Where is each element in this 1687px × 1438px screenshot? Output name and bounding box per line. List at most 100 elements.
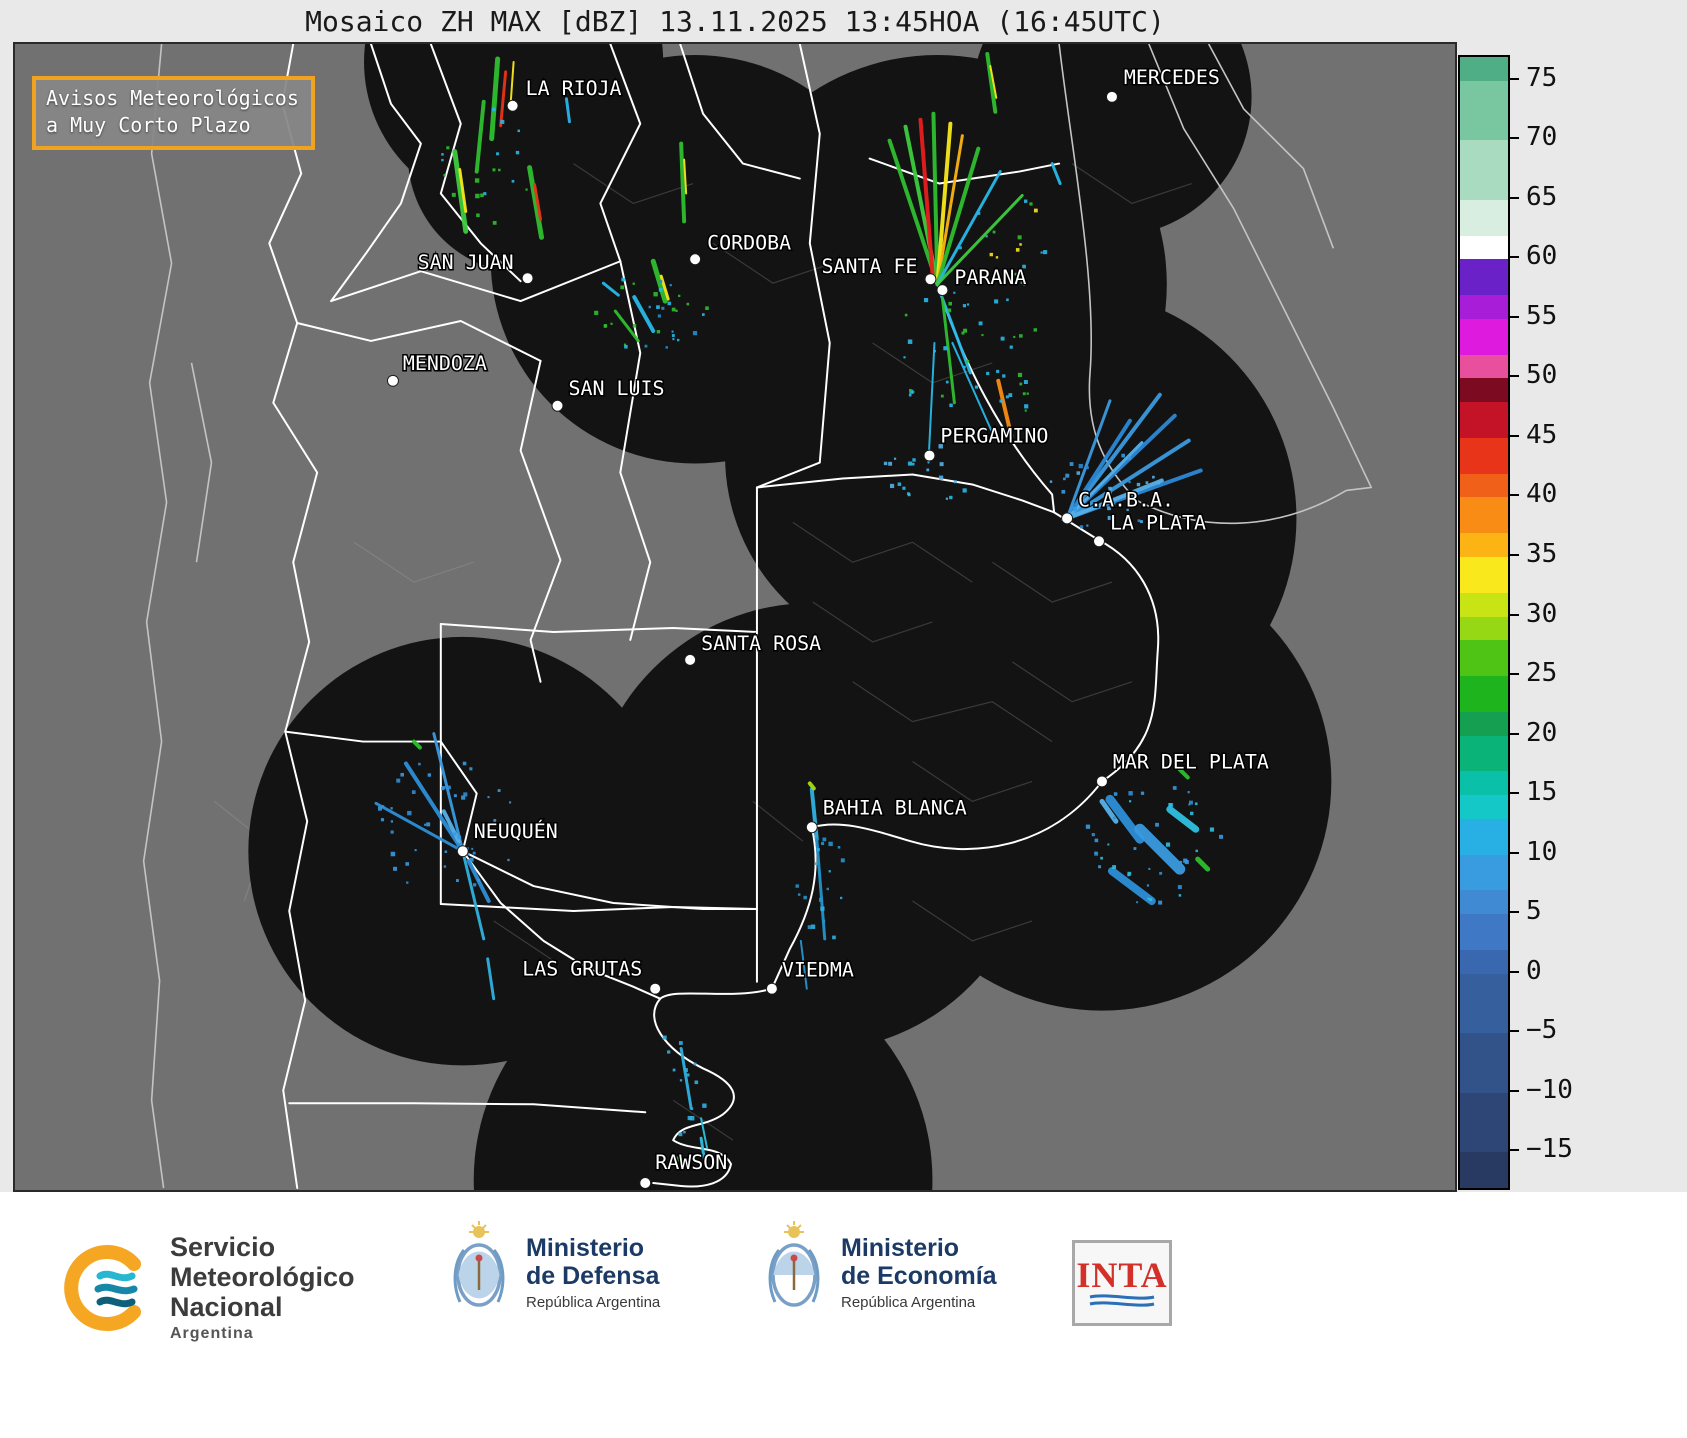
city-dot: [923, 449, 936, 462]
inta-logo-waves-icon: [1089, 1294, 1155, 1307]
colorbar-segment: [1460, 676, 1508, 713]
colorbar-tick-label: 35: [1526, 538, 1558, 569]
ministry-subtitle: República Argentina: [526, 1293, 661, 1311]
ministry-title-line: de Defensa: [526, 1261, 660, 1290]
ministry-subtitle: República Argentina: [841, 1293, 976, 1311]
colorbar-segment: [1460, 140, 1508, 201]
colorbar-tick-mark: [1510, 315, 1519, 318]
city-dot: [521, 272, 534, 285]
colorbar-segment: [1460, 1152, 1508, 1188]
short-term-warnings-banner[interactable]: Avisos Meteorológicos a Muy Corto Plazo: [32, 76, 315, 150]
colorbar-tick-label: 30: [1526, 598, 1558, 629]
colorbar-tick-mark: [1510, 77, 1519, 80]
footer-logos-bar: Servicio Meteorológico Nacional Argentin…: [0, 1192, 1687, 1438]
colorbar-tick-mark: [1510, 137, 1519, 140]
inta-logo-block: INTA: [1072, 1240, 1172, 1326]
ministry-title-line: Ministerio: [841, 1233, 960, 1262]
colorbar-segment: [1460, 854, 1508, 891]
city-label: LA RIOJA: [526, 77, 622, 100]
city-dot: [765, 982, 778, 995]
city-label: MENDOZA: [403, 352, 487, 375]
colorbar-tick-mark: [1510, 1089, 1519, 1092]
city-label: MAR DEL PLATA: [1113, 750, 1269, 773]
colorbar-segment: [1460, 354, 1508, 380]
colorbar-tick-mark: [1510, 434, 1519, 437]
colorbar-tick-label: −10: [1526, 1074, 1573, 1105]
smn-name-line: Nacional: [170, 1292, 283, 1322]
colorbar-segment: [1460, 318, 1508, 356]
colorbar-segment: [1460, 199, 1508, 237]
colorbar-segment: [1460, 735, 1508, 772]
city-dot: [456, 845, 469, 858]
colorbar-tick-label: 10: [1526, 836, 1558, 867]
colorbar-tick-label: 45: [1526, 419, 1558, 450]
smn-logo-icon: [64, 1244, 141, 1331]
city-label: PARANA: [954, 266, 1026, 289]
ministry-title-line: Ministerio: [526, 1233, 645, 1262]
warning-line-1: Avisos Meteorológicos: [46, 86, 299, 110]
colorbar-segment: [1460, 295, 1508, 320]
economia-logo-block: Ministerio de Economía República Argenti…: [763, 1220, 997, 1324]
city-dot: [689, 253, 702, 266]
radar-coverage-circles: [248, 44, 1332, 1190]
colorbar-tick-mark: [1510, 375, 1519, 378]
city-dot: [805, 821, 818, 834]
colorbar-tick-mark: [1510, 613, 1519, 616]
colorbar-segment: [1460, 818, 1508, 856]
city-label: VIEDMA: [782, 959, 854, 982]
city-label: BAHIA BLANCA: [823, 796, 967, 819]
city-label: SAN LUIS: [568, 377, 664, 400]
ministry-title-line: de Economía: [841, 1261, 997, 1290]
colorbar-tick-mark: [1510, 970, 1519, 973]
colorbar-segment: [1460, 378, 1508, 403]
colorbar-tick-label: 5: [1526, 895, 1542, 926]
city-dot: [506, 99, 519, 112]
colorbar-segment: [1460, 640, 1508, 677]
colorbar-segment: [1460, 890, 1508, 915]
city-dot: [1093, 535, 1105, 548]
city-dot: [1095, 775, 1108, 788]
city-label: LA PLATA: [1110, 511, 1206, 534]
city-label: SAN JUAN: [418, 251, 514, 274]
city-label: LAS GRUTAS: [522, 958, 642, 981]
colorbar-tick-mark: [1510, 792, 1519, 795]
colorbar-tick-label: 75: [1526, 62, 1558, 93]
colorbar-segment: [1460, 473, 1508, 499]
colorbar-tick-mark: [1510, 911, 1519, 914]
city-dot: [386, 374, 399, 387]
colorbar-segment: [1460, 557, 1508, 594]
colorbar-segment: [1460, 437, 1508, 475]
city-dot: [639, 1177, 652, 1190]
colorbar-tick-mark: [1510, 673, 1519, 676]
colorbar-segment: [1460, 80, 1508, 141]
smn-name-line: Servicio: [170, 1232, 276, 1262]
colorbar-tick-mark: [1510, 494, 1519, 497]
city-dot: [551, 399, 564, 412]
colorbar-tick-label: 60: [1526, 241, 1558, 272]
colorbar-segment: [1460, 771, 1508, 796]
colorbar-tick-mark: [1510, 554, 1519, 557]
colorbar-segment: [1460, 795, 1508, 820]
colorbar-segment: [1460, 497, 1508, 534]
colorbar-tick-label: −15: [1526, 1134, 1573, 1165]
colorbar-segment: [1460, 914, 1508, 951]
colorbar-tick-label: 20: [1526, 717, 1558, 748]
smn-logo-block: Servicio Meteorológico Nacional Argentin…: [62, 1232, 355, 1343]
colorbar-segment: [1460, 592, 1508, 618]
coat-of-arms-icon: [768, 1221, 820, 1307]
city-label: NEUQUÉN: [474, 820, 558, 843]
inta-logo-box: INTA: [1072, 1240, 1172, 1326]
smn-country-label: Argentina: [170, 1325, 254, 1342]
city-label: SANTA FE: [822, 255, 918, 278]
colorbar-segment: [1460, 1033, 1508, 1094]
colorbar-tick-label: −5: [1526, 1015, 1558, 1046]
colorbar-tick-label: 15: [1526, 776, 1558, 807]
defensa-logo-text: Ministerio de Defensa República Argentin…: [526, 1234, 660, 1311]
warning-line-2: a Muy Corto Plazo: [46, 113, 251, 137]
colorbar-tick-label: 70: [1526, 122, 1558, 153]
colorbar-tick-label: 40: [1526, 479, 1558, 510]
colorbar-tick-mark: [1510, 256, 1519, 259]
colorbar-segment: [1460, 533, 1508, 558]
colorbar-segment: [1460, 259, 1508, 296]
city-dot: [1061, 512, 1074, 525]
